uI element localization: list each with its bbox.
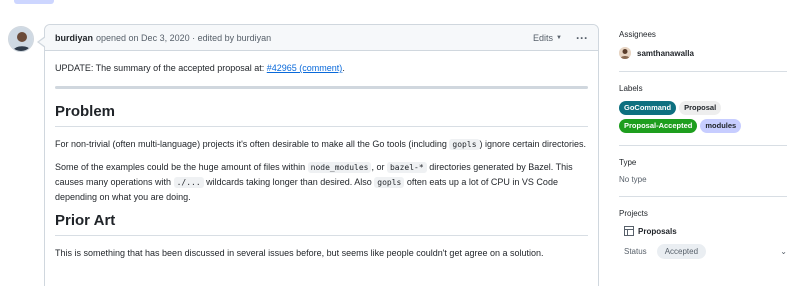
project-status-row: Status Accepted ⌄ xyxy=(624,244,787,259)
chevron-down-icon: ▼ xyxy=(556,34,562,41)
edits-label: Edits xyxy=(533,32,554,43)
type-title[interactable]: Type xyxy=(619,158,787,167)
label-badge[interactable]: Proposal xyxy=(679,101,722,115)
comment-meta: opened on Dec 3, 2020 · edited by burdiy… xyxy=(96,32,272,43)
assignees-section: Assignees samthanawalla xyxy=(619,30,787,72)
assignees-title[interactable]: Assignees xyxy=(619,30,787,39)
status-label: Status xyxy=(624,247,647,256)
paragraph-problem-2: Some of the examples could be the huge a… xyxy=(55,162,573,202)
table-icon xyxy=(624,226,634,236)
edits-dropdown[interactable]: Edits ▼ xyxy=(533,33,562,43)
proposal-comment-link[interactable]: #42965 (comment) xyxy=(267,63,343,73)
heading-prior-art: Prior Art xyxy=(55,212,588,236)
issue-sidebar: Assignees samthanawalla Labels GoCommand… xyxy=(619,30,787,259)
heading-problem: Problem xyxy=(55,103,588,127)
assignee-avatar xyxy=(619,47,631,59)
projects-section: Projects Proposals Status Accepted ⌄ xyxy=(619,209,787,259)
comment-body: UPDATE: The summary of the accepted prop… xyxy=(45,51,598,260)
labels-title[interactable]: Labels xyxy=(619,84,787,93)
author-avatar[interactable] xyxy=(8,26,34,52)
project-item[interactable]: Proposals xyxy=(624,226,787,236)
type-value: No type xyxy=(619,175,647,184)
labels-list: GoCommand Proposal Proposal-Accepted module… xyxy=(619,101,764,133)
status-badge[interactable]: Accepted xyxy=(656,244,707,259)
label-badge[interactable]: modules xyxy=(700,119,742,133)
paragraph-problem-1: For non-trivial (often multi-language) p… xyxy=(55,139,587,150)
paragraph-prior-art: This is something that has been discusse… xyxy=(55,248,544,258)
chevron-down-icon[interactable]: ⌄ xyxy=(780,247,787,256)
comment-author[interactable]: burdiyan xyxy=(55,33,93,43)
issue-comment: burdiyan opened on Dec 3, 2020 · edited … xyxy=(44,24,599,286)
more-options-icon[interactable]: ··· xyxy=(576,32,588,44)
update-note: UPDATE: The summary of the accepted prop… xyxy=(55,63,345,73)
comment-header: burdiyan opened on Dec 3, 2020 · edited … xyxy=(45,25,598,51)
project-name: Proposals xyxy=(638,226,677,236)
projects-title[interactable]: Projects xyxy=(619,209,787,218)
label-badge[interactable]: Proposal-Accepted xyxy=(619,119,698,133)
top-tab-indicator xyxy=(14,0,54,4)
assignee-item[interactable]: samthanawalla xyxy=(619,47,787,59)
labels-section: Labels GoCommand Proposal Proposal-Accepte… xyxy=(619,84,787,146)
type-section: Type No type xyxy=(619,158,787,197)
divider xyxy=(55,86,588,89)
assignee-name: samthanawalla xyxy=(637,48,694,58)
label-badge[interactable]: GoCommand xyxy=(619,101,677,115)
